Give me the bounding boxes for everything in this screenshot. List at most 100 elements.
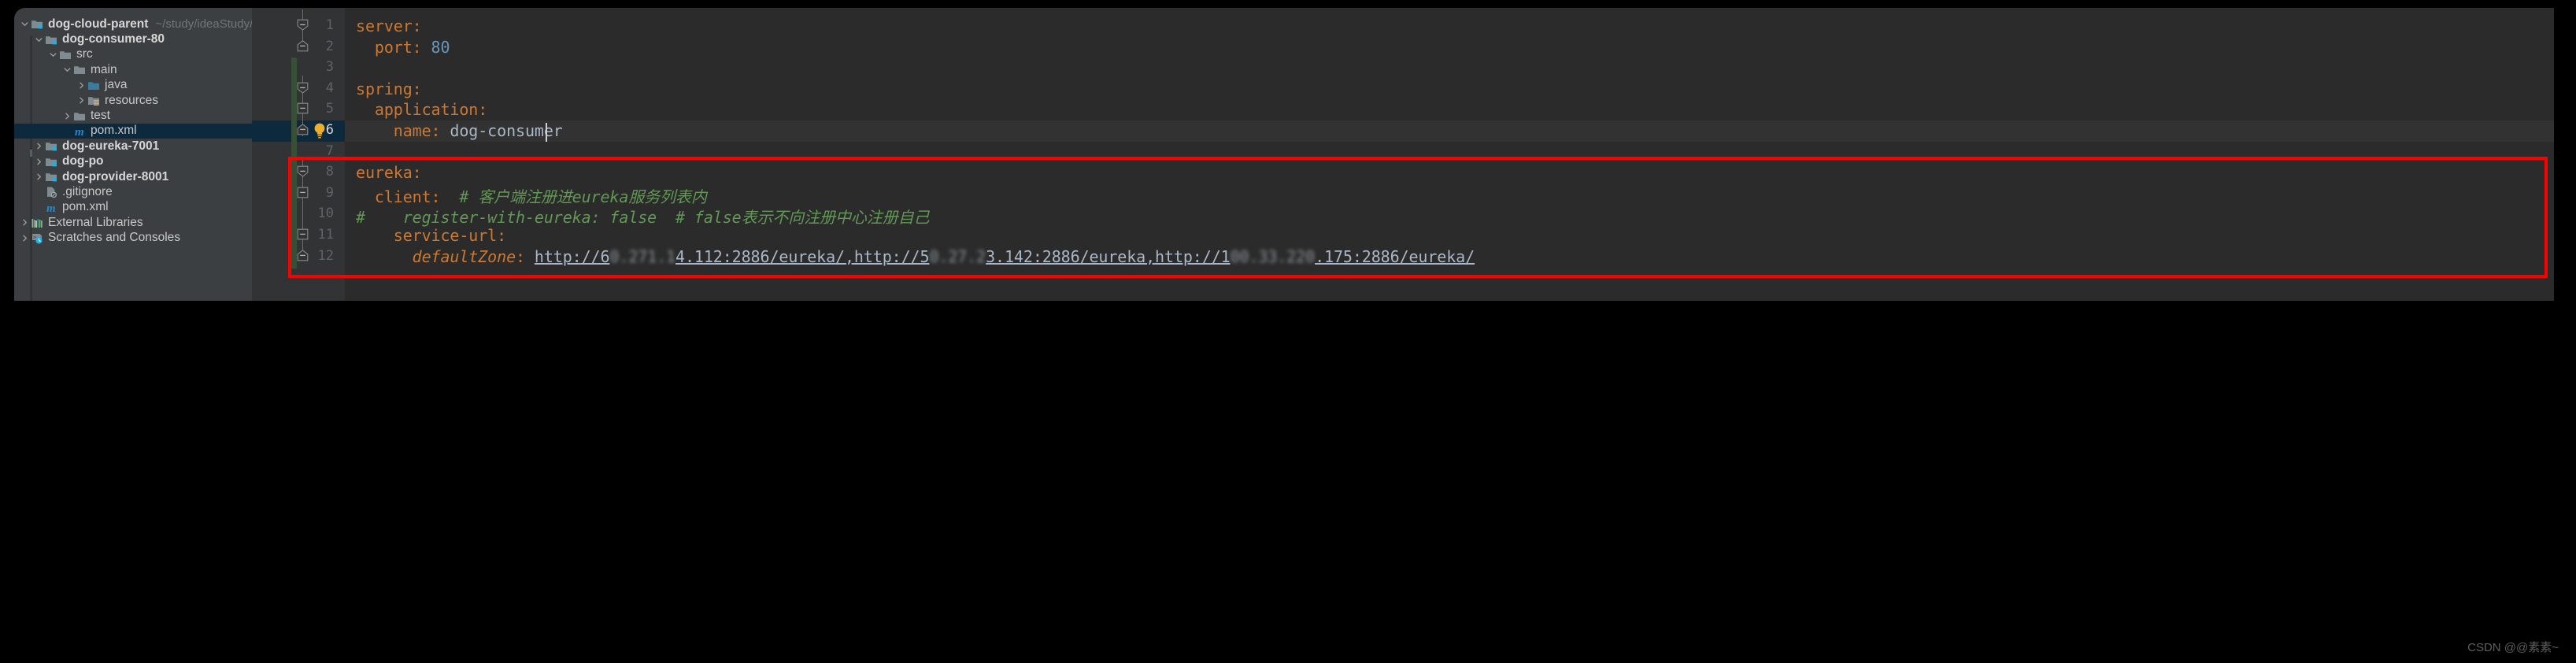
svg-text:m: m (75, 126, 84, 137)
chevron-right-icon[interactable] (33, 172, 45, 181)
fold-collapse-marker[interactable] (297, 124, 309, 135)
chevron-down-icon[interactable] (47, 50, 59, 59)
tree-item-pom-xml[interactable]: m pom.xml (14, 200, 252, 215)
fold-collapse-marker[interactable] (297, 82, 309, 94)
chevron-right-icon[interactable] (76, 96, 87, 105)
line-number-2: 2 (325, 38, 334, 54)
code-token: : (431, 187, 441, 206)
chevron-down-icon[interactable] (61, 65, 73, 74)
chevron-right-icon[interactable] (61, 112, 73, 120)
fold-collapse-marker[interactable] (297, 19, 309, 31)
tree-item-label: dog-consumer-80 (62, 32, 165, 46)
redacted-ip-segment: 0.271.1 (609, 246, 676, 266)
eureka-url-text[interactable]: 3.142:2886/eureka,http://1 (986, 247, 1231, 266)
tree-item-main[interactable]: main (14, 62, 252, 77)
tree-item-label: pom.xml (91, 124, 137, 138)
code-token: : (497, 226, 507, 245)
redacted-ip-segment: 0.27.2 (929, 246, 986, 266)
code-line-2[interactable]: port: 80 (356, 38, 450, 57)
fold-collapse-marker[interactable] (297, 249, 309, 261)
lightbulb-icon[interactable] (313, 123, 326, 139)
code-token: eureka (356, 163, 413, 183)
scratches-icon: > (31, 232, 44, 244)
svg-text:m: m (46, 202, 56, 213)
fold-collapse-marker[interactable] (297, 165, 309, 177)
module-folder-icon (45, 34, 58, 46)
tree-item-dog-consumer-80[interactable]: dog-consumer-80 (14, 31, 252, 46)
tree-item-label: External Libraries (48, 215, 143, 229)
folder-icon (73, 110, 87, 122)
gitignore-icon (45, 186, 58, 198)
resources-folder-icon (87, 94, 101, 106)
tree-item-label: dog-eureka-7001 (62, 139, 160, 153)
code-token: defaultZone (412, 246, 516, 266)
code-line-1[interactable]: server: (356, 17, 422, 35)
code-line-11[interactable]: service-url: (356, 226, 506, 245)
maven-icon: m (73, 125, 87, 137)
tree-item-label: dog-po (62, 154, 104, 169)
tree-item-test[interactable]: test (14, 108, 252, 123)
text-caret (546, 123, 547, 142)
code-line-10[interactable]: # register-with-eureka: false # false表示不… (356, 205, 930, 228)
chevron-right-icon[interactable] (33, 157, 45, 166)
fold-collapse-marker[interactable] (297, 102, 309, 114)
fold-collapse-marker[interactable] (297, 187, 309, 198)
tree-item-java[interactable]: java (14, 78, 252, 93)
tree-item-path: ~/study/ideaStudy/ideaS (155, 17, 252, 31)
tree-item-dog-cloud-parent[interactable]: dog-cloud-parent ~/study/ideaStudy/ideaS (14, 17, 252, 31)
tree-item-scratches-and-consoles[interactable]: > Scratches and Consoles (14, 230, 252, 245)
line-number-1: 1 (325, 17, 334, 33)
tree-item-dog-provider-8001[interactable]: dog-provider-8001 (14, 169, 252, 184)
code-line-6[interactable]: name: dog-consumer (356, 121, 563, 140)
chevron-right-icon[interactable] (76, 81, 87, 90)
tree-item-dog-po[interactable]: dog-po (14, 154, 252, 169)
tree-item-dog-eureka-7001[interactable]: dog-eureka-7001 (14, 139, 252, 154)
eureka-url-text[interactable]: http://6 (535, 247, 610, 266)
code-line-5[interactable]: application: (356, 100, 487, 119)
module-folder-icon (45, 156, 58, 168)
code-line-8[interactable]: eureka: (356, 163, 422, 182)
tree-item-external-libraries[interactable]: External Libraries (14, 215, 252, 230)
source-folder-icon (87, 80, 101, 91)
code-token: : (516, 246, 535, 266)
tree-item-pom-xml[interactable]: m pom.xml (14, 123, 252, 139)
fold-collapse-marker[interactable] (297, 228, 309, 240)
eureka-url-text[interactable]: .175:2886/eureka/ (1315, 247, 1475, 266)
project-tree-panel[interactable]: dog-cloud-parent~/study/ideaStudy/ideaSd… (14, 8, 252, 301)
code-content[interactable]: server: port: 80 spring: application: nam… (345, 8, 2554, 301)
vcs-change-bar (291, 57, 297, 269)
eureka-url-text[interactable]: 4.112:2886/eureka/,http://5 (675, 247, 930, 266)
module-folder-icon (31, 18, 44, 30)
chevron-down-icon[interactable] (19, 20, 31, 28)
watermark-text: CSDN @@素素~ (2467, 641, 2559, 654)
code-line-12[interactable]: defaultZone: http://60.271.14.112:2886/e… (356, 247, 1475, 266)
editor-gutter[interactable]: 1 2 3 4 5 6 7 8 9 10 11 12 (252, 8, 345, 301)
chevron-right-icon[interactable] (33, 142, 45, 150)
tree-item-resources[interactable]: resources (14, 93, 252, 108)
module-folder-icon (45, 171, 58, 183)
chevron-down-icon[interactable] (33, 35, 45, 44)
tree-item--gitignore[interactable]: .gitignore (14, 184, 252, 199)
tree-item-label: Scratches and Consoles (48, 231, 181, 245)
code-line-9[interactable]: client: # 客户端注册进eureka服务列表内 (356, 184, 707, 207)
code-token: application (374, 100, 479, 120)
code-token: register-with-eureka: false # false表示不向注… (365, 208, 930, 228)
code-line-4[interactable]: spring: (356, 80, 422, 98)
chevron-right-icon[interactable] (19, 234, 31, 243)
tree-item-label: .gitignore (62, 184, 113, 198)
code-token: name (393, 121, 431, 140)
tree-item-src[interactable]: src (14, 47, 252, 62)
module-folder-icon (45, 140, 58, 152)
current-line-highlight (345, 120, 2554, 142)
chevron-right-icon[interactable] (19, 218, 31, 227)
fold-collapse-marker[interactable] (297, 39, 309, 52)
code-token: client (374, 187, 431, 206)
code-editor[interactable]: 1 2 3 4 5 6 7 8 9 10 11 12 server: port: 80 spring: … (252, 8, 2554, 301)
tree-item-label: java (105, 78, 128, 92)
libraries-icon (31, 217, 44, 228)
maven-icon: m (45, 202, 58, 213)
